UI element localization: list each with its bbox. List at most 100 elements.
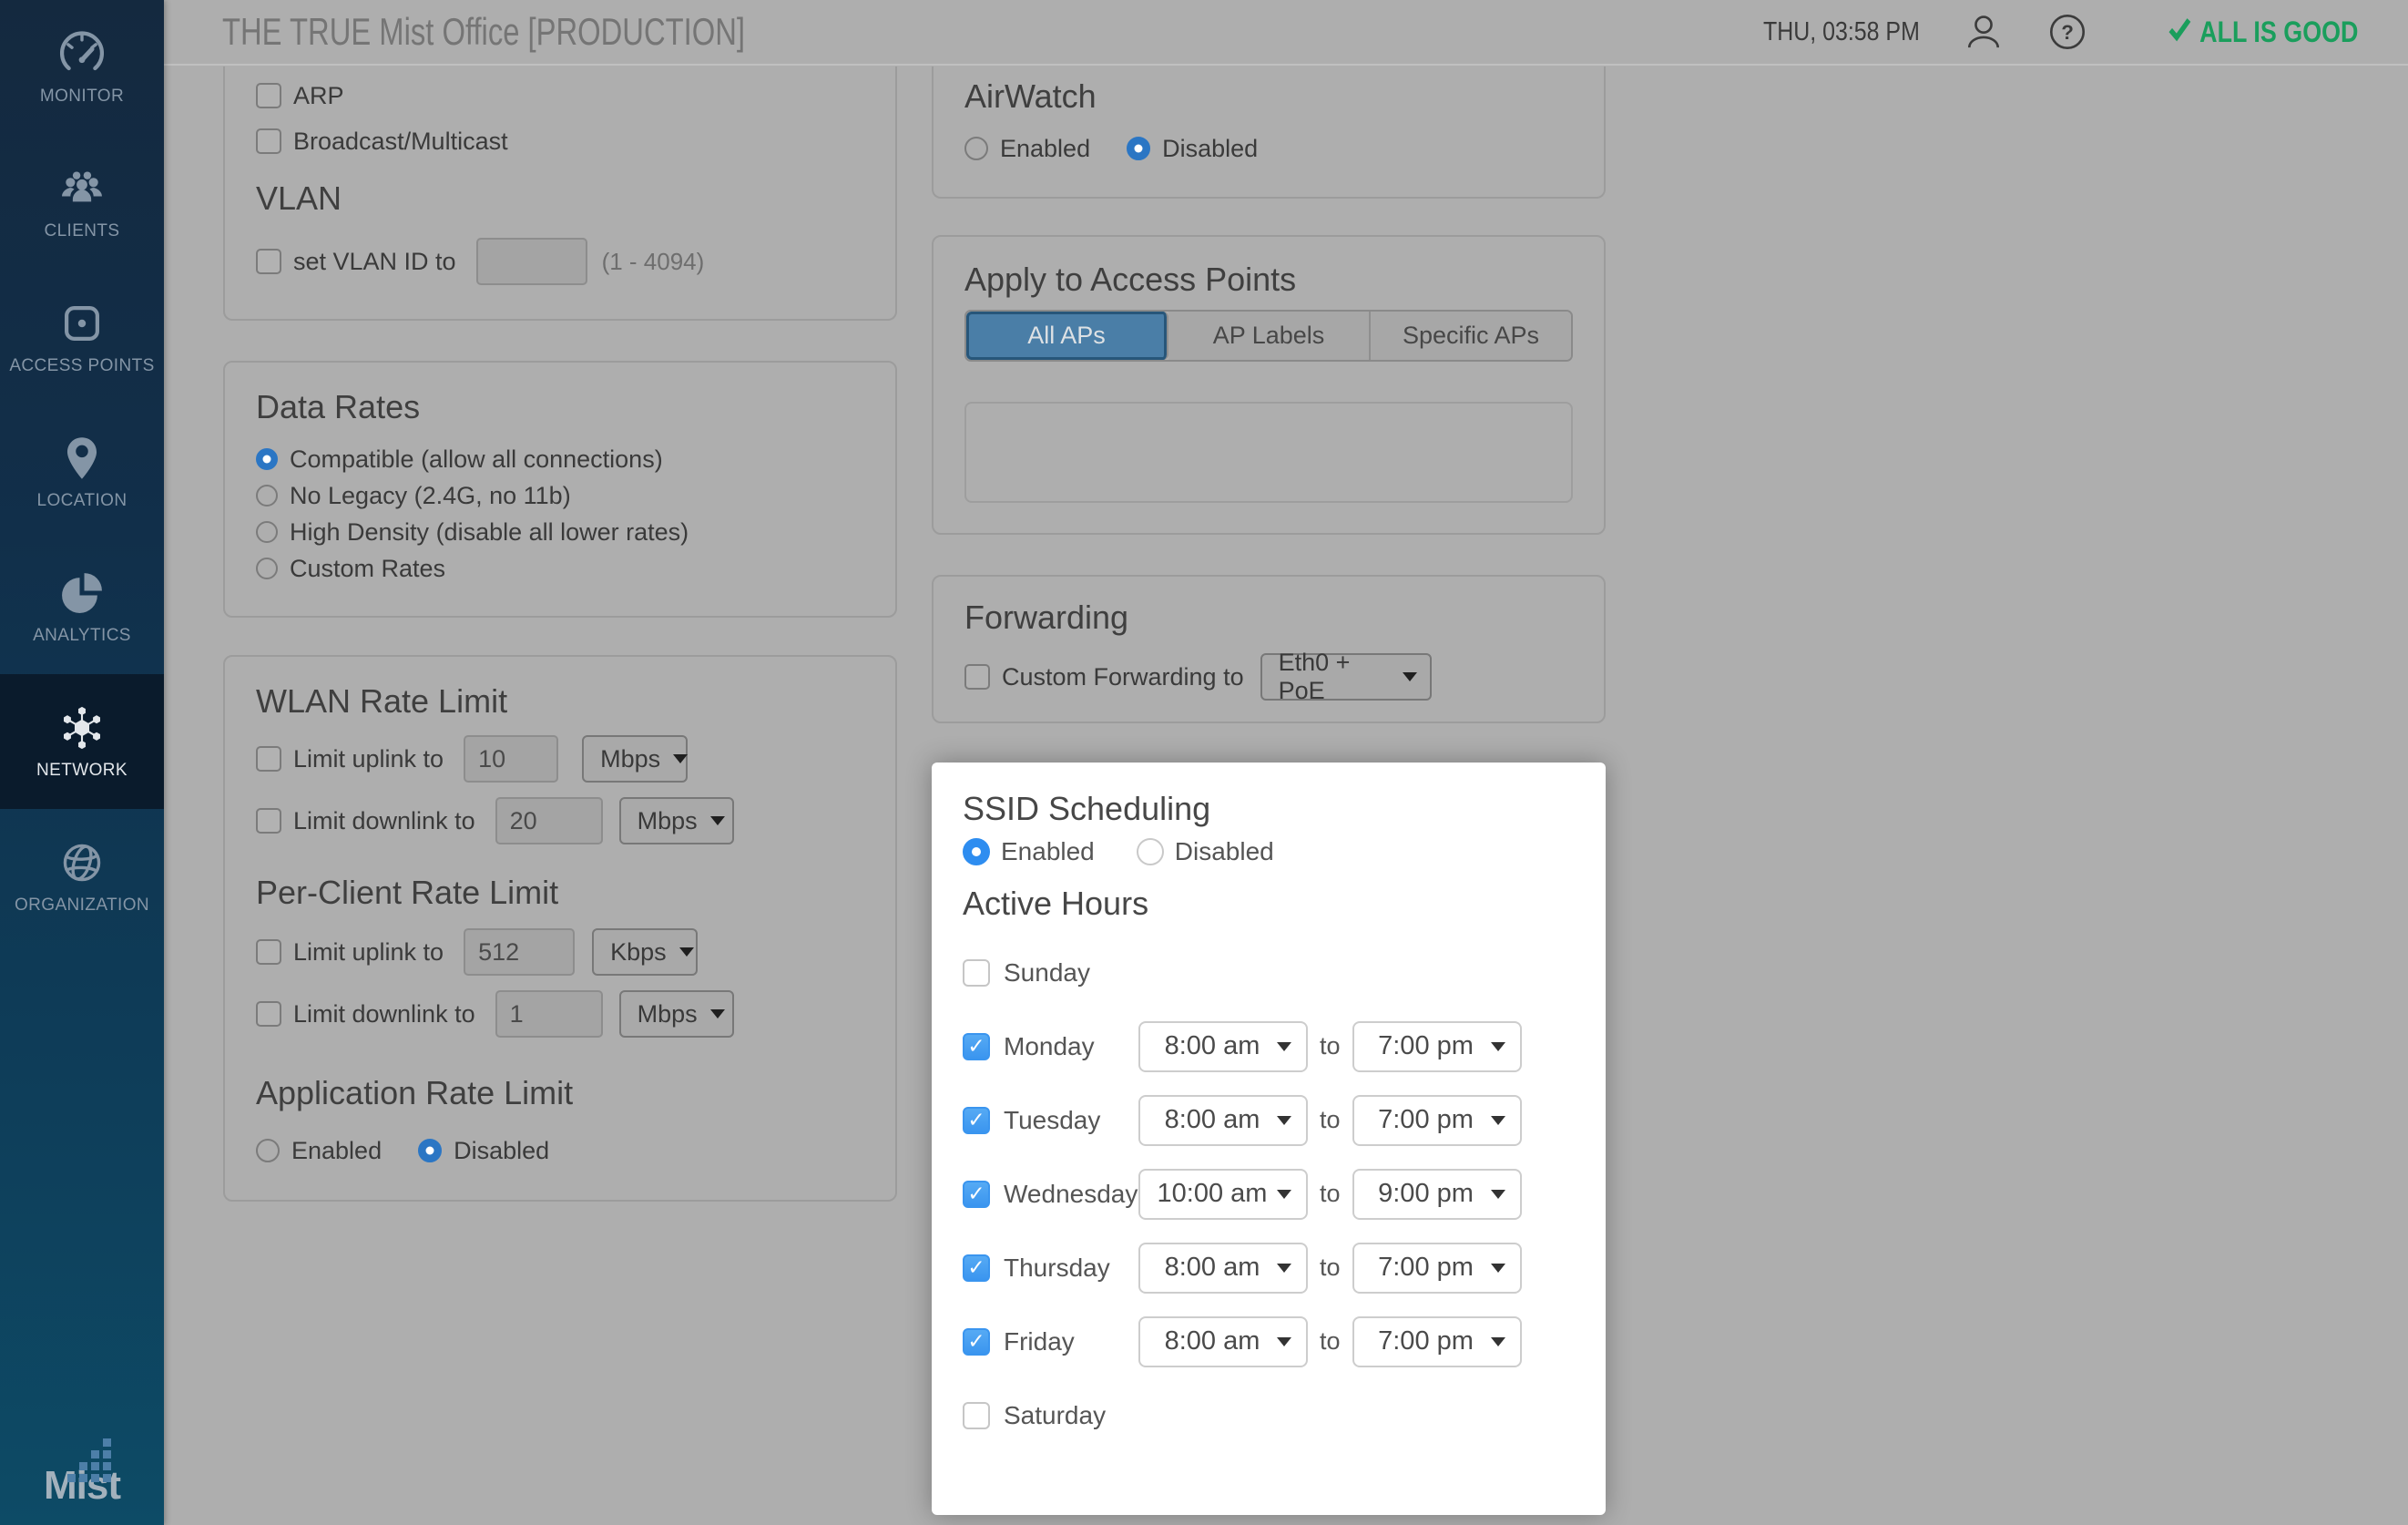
airwatch-disabled-radio[interactable]: [1127, 137, 1150, 160]
airwatch-enabled-radio[interactable]: [964, 137, 988, 160]
broadcast-multicast-checkbox[interactable]: [256, 128, 281, 154]
thursday-to-select[interactable]: 7:00 pm: [1352, 1243, 1522, 1294]
chevron-down-icon: [1491, 1337, 1505, 1346]
wlan-uplink-input[interactable]: [464, 735, 558, 783]
chevron-down-icon: [710, 816, 725, 825]
airwatch-options: Enabled Disabled: [964, 130, 1573, 167]
tuesday-label: Tuesday: [1004, 1106, 1138, 1135]
tuesday-to-value: 7:00 pm: [1362, 1105, 1491, 1135]
user-icon[interactable]: [1964, 12, 2004, 52]
health-status-badge[interactable]: ALL IS GOOD: [2167, 14, 2358, 50]
wednesday-to-select[interactable]: 9:00 pm: [1352, 1169, 1522, 1220]
compatible-radio[interactable]: [256, 448, 278, 470]
sidebar-item-organization[interactable]: ORGANIZATION: [0, 809, 164, 944]
client-uplink-checkbox[interactable]: [256, 939, 281, 965]
sidebar-item-label: ORGANIZATION: [15, 896, 149, 916]
friday-checkbox[interactable]: [963, 1328, 990, 1356]
wednesday-label: Wednesday: [1004, 1180, 1138, 1209]
client-uplink-unit-select[interactable]: Kbps: [592, 928, 698, 976]
app-rate-enabled-radio[interactable]: [256, 1139, 280, 1162]
ssid-enabled-label: Enabled: [1001, 837, 1095, 866]
compatible-label: Compatible (allow all connections): [290, 445, 663, 474]
client-downlink-row: Limit downlink to Mbps: [256, 988, 864, 1039]
app-rate-disabled-radio[interactable]: [418, 1139, 442, 1162]
tuesday-from-value: 8:00 am: [1148, 1105, 1277, 1135]
ssid-enabled-radio[interactable]: [963, 838, 990, 865]
data-rate-option-row: Compatible (allow all connections): [256, 441, 864, 477]
client-uplink-input[interactable]: [464, 928, 575, 976]
tuesday-from-select[interactable]: 8:00 am: [1138, 1095, 1308, 1146]
no-legacy-radio[interactable]: [256, 485, 278, 507]
tab-specific-aps[interactable]: Specific APs: [1371, 312, 1571, 360]
people-icon: [57, 164, 107, 213]
sidebar-item-network[interactable]: NETWORK: [0, 674, 164, 809]
chevron-down-icon: [1491, 1190, 1505, 1199]
thursday-checkbox[interactable]: [963, 1254, 990, 1282]
ssid-scheduling-heading: SSID Scheduling: [963, 790, 1575, 828]
custom-forwarding-label: Custom Forwarding to: [1002, 663, 1244, 691]
vlan-heading: VLAN: [256, 179, 864, 218]
wlan-downlink-input[interactable]: [495, 797, 603, 844]
monday-checkbox[interactable]: [963, 1033, 990, 1060]
data-rate-option-row: No Legacy (2.4G, no 11b): [256, 477, 864, 514]
saturday-checkbox[interactable]: [963, 1402, 990, 1429]
sidebar-item-label: MONITOR: [40, 87, 124, 107]
monday-from-select[interactable]: 8:00 am: [1138, 1021, 1308, 1072]
tuesday-checkbox[interactable]: [963, 1107, 990, 1134]
sunday-label: Sunday: [1004, 958, 1138, 988]
client-downlink-checkbox[interactable]: [256, 1001, 281, 1027]
set-vlan-id-checkbox[interactable]: [256, 249, 281, 274]
health-status-text: ALL IS GOOD: [2199, 15, 2358, 49]
friday-to-select[interactable]: 7:00 pm: [1352, 1316, 1522, 1367]
friday-from-value: 8:00 am: [1148, 1326, 1277, 1356]
sidebar-item-clients[interactable]: CLIENTS: [0, 135, 164, 270]
monday-to-select[interactable]: 7:00 pm: [1352, 1021, 1522, 1072]
friday-from-select[interactable]: 8:00 am: [1138, 1316, 1308, 1367]
thursday-from-select[interactable]: 8:00 am: [1138, 1243, 1308, 1294]
vlan-id-input[interactable]: [476, 238, 587, 285]
wednesday-checkbox[interactable]: [963, 1181, 990, 1208]
ap-scope-tabs: All APs AP Labels Specific APs: [964, 310, 1573, 362]
sunday-checkbox[interactable]: [963, 959, 990, 987]
tuesday-to-select[interactable]: 7:00 pm: [1352, 1095, 1522, 1146]
sidebar-item-label: ACCESS POINTS: [9, 356, 154, 376]
sidebar-item-analytics[interactable]: ANALYTICS: [0, 539, 164, 674]
high-density-radio[interactable]: [256, 521, 278, 543]
arp-checkbox[interactable]: [256, 83, 281, 108]
sidebar-item-label: NETWORK: [36, 761, 128, 781]
apply-to-access-points-panel: Apply to Access Points All APs AP Labels…: [932, 235, 1606, 535]
tab-label: AP Labels: [1213, 322, 1325, 350]
forwarding-target-select[interactable]: Eth0 + PoE: [1260, 653, 1432, 701]
sidebar-item-location[interactable]: LOCATION: [0, 404, 164, 539]
tab-ap-labels[interactable]: AP Labels: [1168, 312, 1371, 360]
ap-selection-box[interactable]: [964, 402, 1573, 503]
sidebar-item-label: CLIENTS: [44, 221, 119, 241]
to-label: to: [1320, 1327, 1341, 1356]
forwarding-target-value: Eth0 + PoE: [1279, 649, 1390, 705]
sidebar: MONITOR CLIENTS ACCESS POINTS LOCATION A…: [0, 0, 164, 1525]
custom-forwarding-checkbox[interactable]: [964, 664, 990, 690]
wlan-uplink-checkbox[interactable]: [256, 746, 281, 772]
custom-rates-radio[interactable]: [256, 558, 278, 579]
mist-logo-squares: [67, 1438, 124, 1493]
rate-limit-panel: WLAN Rate Limit Limit uplink to Mbps Lim…: [223, 655, 897, 1202]
wlan-uplink-row: Limit uplink to Mbps: [256, 733, 864, 784]
client-downlink-input[interactable]: [495, 990, 603, 1038]
wlan-uplink-unit-value: Mbps: [600, 745, 660, 773]
sidebar-item-access-points[interactable]: ACCESS POINTS: [0, 270, 164, 404]
no-legacy-label: No Legacy (2.4G, no 11b): [290, 482, 571, 510]
sidebar-item-monitor[interactable]: MONITOR: [0, 0, 164, 135]
chevron-down-icon: [1491, 1264, 1505, 1273]
gauge-icon: [57, 29, 107, 78]
tab-all-aps[interactable]: All APs: [966, 312, 1168, 360]
ssid-disabled-radio[interactable]: [1137, 838, 1164, 865]
forwarding-heading: Forwarding: [964, 599, 1573, 637]
wlan-downlink-checkbox[interactable]: [256, 808, 281, 834]
client-downlink-label: Limit downlink to: [293, 1000, 475, 1029]
wlan-downlink-unit-select[interactable]: Mbps: [619, 797, 734, 844]
wlan-uplink-unit-select[interactable]: Mbps: [582, 735, 688, 783]
client-downlink-unit-select[interactable]: Mbps: [619, 990, 734, 1038]
chevron-down-icon: [710, 1009, 725, 1018]
wednesday-from-select[interactable]: 10:00 am: [1138, 1169, 1308, 1220]
help-icon[interactable]: ?: [2047, 12, 2087, 52]
